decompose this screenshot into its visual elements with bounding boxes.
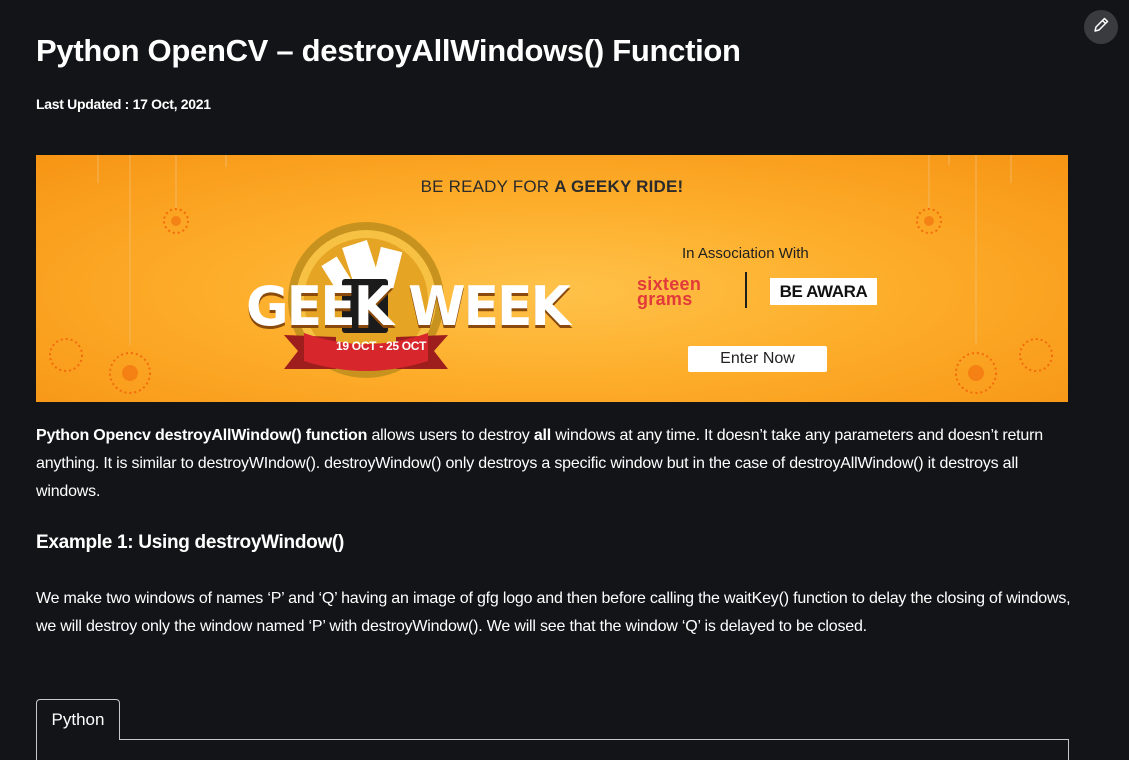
code-container-border [36, 739, 1069, 760]
banner-headline-bold: A GEEKY RIDE! [554, 177, 684, 196]
association-label: In Association With [682, 245, 809, 262]
last-updated: Last Updated : 17 Oct, 2021 [36, 96, 211, 112]
sixteen-grams-logo: sixteen grams [637, 274, 702, 309]
partner-divider [745, 272, 747, 308]
intro-paragraph: Python Opencv destroyAllWindow() functio… [36, 427, 1043, 500]
tab-python[interactable]: Python [36, 699, 120, 740]
banner-headline-regular: BE READY FOR [420, 177, 555, 196]
code-block: Python [36, 699, 1069, 760]
banner-headline: BE READY FOR A GEEKY RIDE! [36, 177, 1068, 197]
function-name: Python Opencv destroyAllWindow() functio… [36, 427, 368, 444]
article-title: Python OpenCV – destroyAllWindows() Func… [36, 33, 741, 68]
edit-button[interactable] [1084, 10, 1118, 44]
enter-now-button[interactable]: Enter Now [688, 346, 827, 372]
example-heading: Example 1: Using destroyWindow() [36, 532, 344, 553]
example-description: We make two windows of names ‘P’ and ‘Q’… [36, 590, 1071, 635]
geek-week-banner[interactable]: BE READY FOR A GEEKY RIDE! GEEK WEEK 19 … [36, 155, 1068, 402]
be-awara-logo: BE AWARA [770, 278, 877, 305]
pencil-icon [1092, 16, 1110, 39]
geek-week-logo-text: GEEK WEEK [246, 275, 571, 339]
event-dates: 19 OCT - 25 OCT [336, 339, 427, 353]
